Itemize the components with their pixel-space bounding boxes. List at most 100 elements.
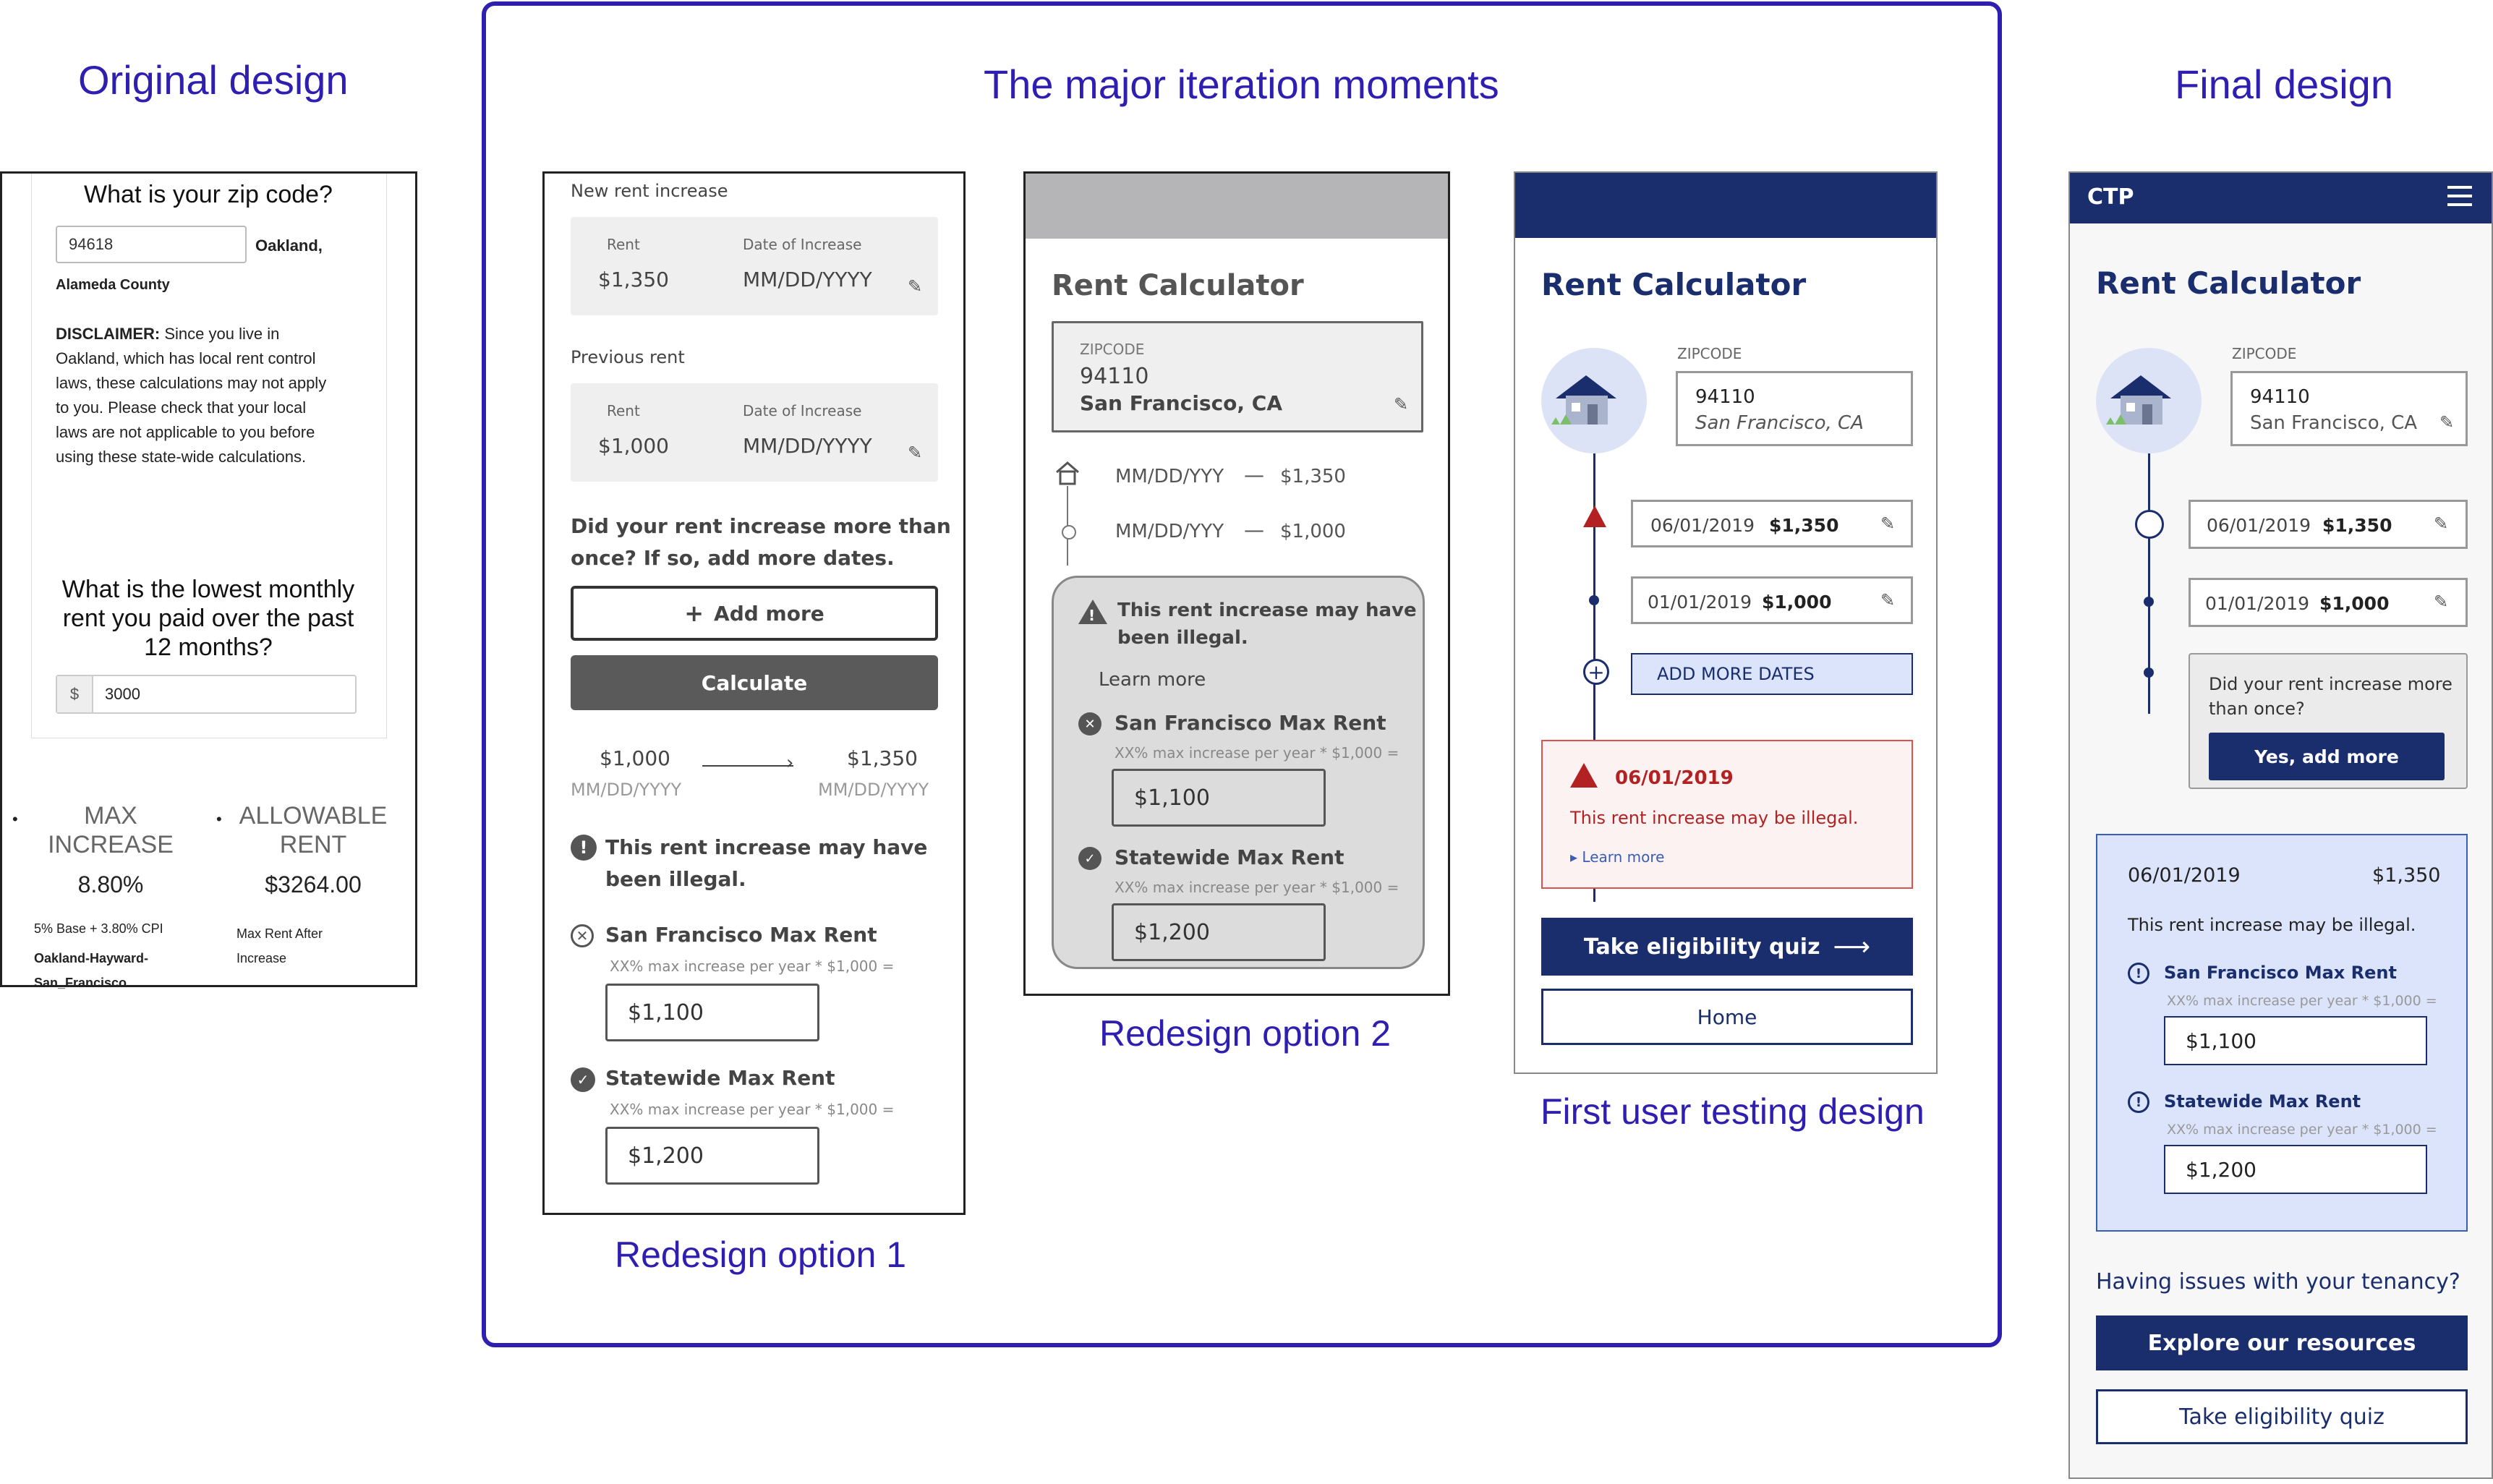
formula-text: XX% max increase per year * $1,000 = [2167,1122,2437,1138]
pencil-icon[interactable]: ✎ [2434,592,2448,612]
alert-date: 06/01/2019 [1615,767,1734,789]
results-box: ! This rent increase may have been illeg… [1052,576,1425,969]
currency-addon: $ [57,676,93,712]
option2-caption: Redesign option 2 [1099,1013,1392,1054]
formula-text: XX% max increase per year * $1,000 = [1115,879,1399,896]
arrow-right-icon: ⟶ [1833,931,1871,962]
state-max-rent-label: Statewide Max Rent [2164,1091,2361,1112]
app-header: CTP [2070,173,2492,223]
timeline-dot [2144,668,2154,678]
state-max-value-box: $1,200 [1112,903,1326,961]
warning-icon-mark: ! [1088,607,1096,624]
rent-label: Rent [607,402,640,419]
rent-question-line: rent you paid over the past [62,605,354,632]
pencil-icon[interactable]: ✎ [1394,394,1408,414]
allowable-rent-line: ALLOWABLE [239,802,388,830]
date-1: 06/01/2019 [2207,515,2311,536]
eligibility-quiz-button[interactable]: Take eligibility quiz [2096,1389,2468,1444]
rent-input[interactable]: 3000 [93,676,355,712]
learn-more-link[interactable]: Learn more [1099,669,1206,691]
illegal-line: This rent increase may have [605,835,928,859]
city-value: San Francisco, CA [1080,391,1283,415]
pencil-icon[interactable]: ✎ [2434,513,2448,534]
max-rent-note-line: Increase [236,951,287,965]
allowable-rent-line: RENT [279,831,347,858]
exclamation-icon: ! [571,835,597,861]
new-rent-card[interactable]: Rent Date of Increase $1,350 MM/DD/YYYY … [571,217,938,315]
from-value: $1,000 [600,746,670,770]
max-increase-label: MAX INCREASE [31,801,190,859]
arrow-right-icon: › [786,752,794,774]
disclaimer-line: to you. Please check that your local [56,398,307,417]
question-line: Did your rent increase more than [571,514,951,538]
timeline-dot [1589,595,1599,605]
sf-max-value-box: $1,100 [605,984,819,1041]
date-entry-1[interactable]: 06/01/2019 $1,350 ✎ [2189,500,2468,549]
option1-caption: Redesign option 1 [615,1234,907,1275]
illegal-line: been illegal. [1117,627,1248,649]
disclaimer: DISCLAIMER: Since you live in Oakland, w… [56,322,359,469]
eligibility-quiz-label: Take eligibility quiz [1583,934,1820,960]
zip-input[interactable]: 94618 [56,226,247,263]
max-increase-value: 8.80% [77,871,144,897]
header-bar [1515,173,1936,238]
check-circle-icon: ✓ [571,1067,595,1092]
eligibility-quiz-button[interactable]: Take eligibility quiz ⟶ [1541,918,1913,976]
add-more-prompt: Did your rent increase more than once? Y… [2189,653,2468,789]
yes-add-more-button[interactable]: Yes, add more [2209,733,2445,780]
illegal-line: This rent increase may have [1117,600,1417,621]
zipcode-field[interactable]: 94110 San Francisco, CA [1676,371,1913,446]
rent-question: What is the lowest monthly rent you paid… [31,575,385,662]
x-circle-icon: ✕ [1078,712,1101,735]
add-more-dates-button[interactable]: ADD MORE DATES [1631,653,1913,695]
pencil-icon[interactable]: ✎ [908,276,922,297]
calculate-button[interactable]: Calculate [571,655,938,710]
zipcode-value: 94110 [2250,386,2310,408]
learn-more-link[interactable]: ▸ Learn more [1570,848,1664,866]
rent-2: $1,000 [1762,592,1832,613]
rent-input-group[interactable]: $ 3000 [56,675,357,714]
zipcode-value: 94110 [1695,386,1755,408]
max-rent-note: Max Rent After Increase [236,921,323,971]
region-line: Oakland-Hayward- [34,951,149,965]
disclaimer-line: Oakland, which has local rent control [56,349,316,367]
add-circle-icon[interactable]: + [1583,659,1609,685]
add-more-button[interactable]: + Add more [571,586,938,641]
pencil-icon[interactable]: ✎ [1880,590,1895,610]
date-entry-1[interactable]: 06/01/2019 $1,350 ✎ [1631,500,1913,547]
date-1: 06/01/2019 [1650,515,1755,536]
rent-question-line: 12 months? [144,634,273,661]
house-icon [1551,375,1616,425]
sf-max-rent-label: San Francisco Max Rent [1115,711,1386,735]
explore-resources-button[interactable]: Explore our resources [2096,1315,2468,1370]
pencil-icon[interactable]: ✎ [1880,513,1895,534]
zipcode-field[interactable]: 94110 San Francisco, CA ✎ [2230,371,2468,446]
question-line: once? If so, add more dates. [571,546,895,570]
dash: — [1244,518,1264,542]
bullet: • [12,810,18,828]
max-rent-note-line: Max Rent After [236,926,323,941]
disclaimer-line: laws are not applicable to you before [56,423,315,441]
brand-logo[interactable]: CTP [2087,184,2134,210]
prev-rent-value: $1,000 [598,434,669,458]
allowable-rent-value: $3264.00 [265,871,362,897]
pencil-icon[interactable]: ✎ [2439,412,2454,432]
pencil-icon[interactable]: ✎ [908,443,922,463]
date-entry-2[interactable]: 01/01/2019 $1,000 ✎ [1631,576,1913,624]
alert-box: 06/01/2019 This rent increase may be ill… [1541,740,1913,889]
zipcode-card[interactable]: ZIPCODE 94110 San Francisco, CA ✎ [1052,321,1423,432]
result-card: 06/01/2019 $1,350 This rent increase may… [2096,834,2468,1232]
rent-label: Rent [607,236,640,253]
city-label: Oakland, [255,236,323,255]
illegal-line: been illegal. [605,867,746,891]
date-2: 01/01/2019 [1648,592,1752,613]
result-text: This rent increase may be illegal. [2128,915,2416,935]
home-button[interactable]: Home [1541,989,1913,1045]
new-rent-value: $1,350 [598,268,669,291]
page-title: Rent Calculator [1541,267,1807,302]
info-exclamation-icon: ! [2128,963,2149,984]
hamburger-menu-icon[interactable] [2447,186,2472,206]
date-entry-2[interactable]: 01/01/2019 $1,000 ✎ [2189,578,2468,627]
prev-rent-card[interactable]: Rent Date of Increase $1,000 MM/DD/YYYY … [571,383,938,482]
rent-2: $1,000 [2319,593,2390,614]
